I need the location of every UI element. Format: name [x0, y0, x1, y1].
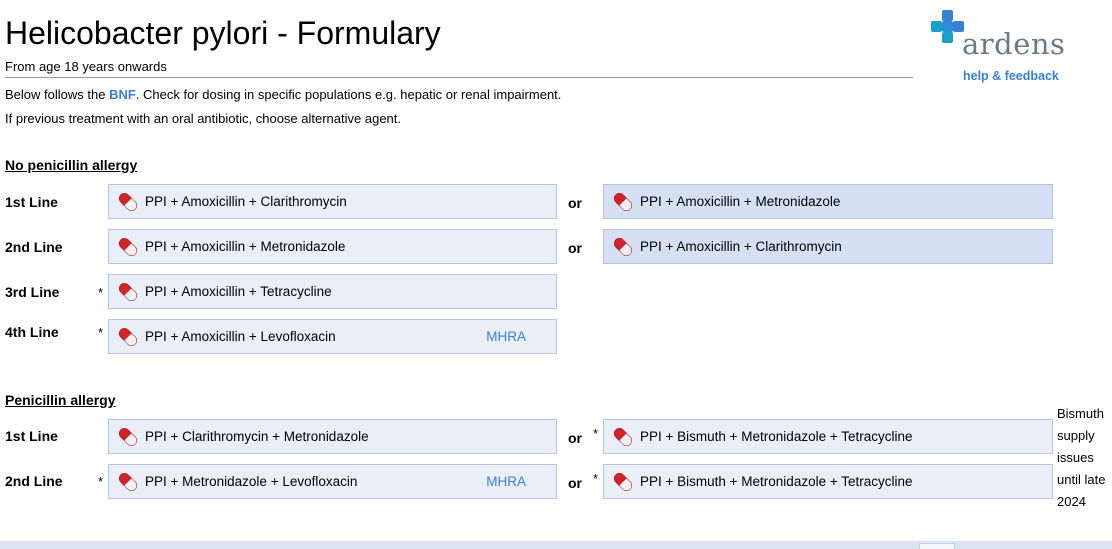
- drug-option-first-line[interactable]: PPI + Amoxicillin + Tetracycline: [108, 274, 557, 309]
- or-separator: or: [568, 475, 582, 491]
- caution-asterisk: *: [98, 474, 104, 489]
- drug-option-first-line[interactable]: PPI + Amoxicillin + Clarithromycin: [108, 184, 557, 219]
- description-text: . Check for dosing in specific populatio…: [135, 87, 562, 102]
- line-label: 1st Line: [5, 194, 58, 210]
- note-line: issues: [1057, 450, 1094, 465]
- page-subtitle: From age 18 years onwards: [5, 59, 167, 74]
- or-separator: or: [568, 195, 582, 211]
- line-label: 4th Line: [5, 324, 59, 340]
- note-line: Bismuth: [1057, 406, 1104, 421]
- drug-option-alternative[interactable]: PPI + Bismuth + Metronidazole + Tetracyc…: [603, 419, 1053, 454]
- note-line: until late: [1057, 472, 1106, 487]
- caution-asterisk: *: [593, 426, 599, 441]
- title-divider: [5, 77, 913, 78]
- description-line-2: If previous treatment with an oral antib…: [5, 111, 401, 126]
- drug-option-label: PPI + Amoxicillin + Metronidazole: [145, 238, 346, 254]
- pill-capsule-icon: [117, 281, 139, 302]
- note-line: supply: [1057, 428, 1095, 443]
- description-text: Below follows the: [5, 87, 110, 102]
- pill-capsule-icon: [117, 326, 139, 347]
- drug-option-label: PPI + Amoxicillin + Clarithromycin: [145, 193, 347, 209]
- pill-capsule-icon: [612, 236, 634, 257]
- pill-capsule-icon: [117, 236, 139, 257]
- section-heading-no-penicillin: No penicillin allergy: [5, 157, 138, 173]
- pill-capsule-icon: [117, 426, 139, 447]
- caution-asterisk: *: [98, 325, 104, 340]
- pill-capsule-icon: [612, 191, 634, 212]
- drug-option-first-line[interactable]: PPI + Clarithromycin + Metronidazole: [108, 419, 557, 454]
- line-label: 3rd Line: [5, 284, 60, 300]
- line-label: 2nd Line: [5, 473, 63, 489]
- logo-cross-icon: [931, 10, 964, 43]
- drug-option-label: PPI + Clarithromycin + Metronidazole: [145, 428, 369, 444]
- bismuth-supply-note: Bismuth supply issues until late 2024: [1057, 403, 1112, 513]
- mhra-link[interactable]: MHRA: [486, 329, 526, 344]
- or-separator: or: [568, 430, 582, 446]
- drug-option-first-line[interactable]: PPI + Metronidazole + Levofloxacin MHRA: [108, 464, 557, 499]
- section-heading-penicillin: Penicillin allergy: [5, 392, 116, 408]
- drug-option-label: PPI + Bismuth + Metronidazole + Tetracyc…: [640, 473, 913, 489]
- or-separator: or: [568, 240, 582, 256]
- pill-capsule-icon: [117, 471, 139, 492]
- line-label: 2nd Line: [5, 239, 63, 255]
- caution-asterisk: *: [593, 471, 599, 486]
- mhra-link[interactable]: MHRA: [486, 474, 526, 489]
- pill-capsule-icon: [612, 426, 634, 447]
- page-title: Helicobacter pylori - Formulary: [5, 15, 441, 51]
- drug-option-first-line[interactable]: PPI + Amoxicillin + Levofloxacin MHRA: [108, 319, 557, 354]
- drug-option-label: PPI + Amoxicillin + Levofloxacin: [145, 328, 336, 344]
- drug-option-label: PPI + Amoxicillin + Tetracycline: [145, 283, 332, 299]
- caution-asterisk: *: [98, 285, 104, 300]
- logo-wordmark: ardens: [962, 27, 1066, 61]
- line-label: 1st Line: [5, 428, 58, 444]
- drug-option-label: PPI + Amoxicillin + Metronidazole: [640, 193, 841, 209]
- drug-option-alternative[interactable]: PPI + Amoxicillin + Metronidazole: [603, 184, 1053, 219]
- drug-option-alternative[interactable]: PPI + Amoxicillin + Clarithromycin: [603, 229, 1053, 264]
- bnf-link[interactable]: BNF: [109, 87, 136, 102]
- help-feedback-link[interactable]: help & feedback: [963, 69, 1059, 83]
- drug-option-alternative[interactable]: PPI + Bismuth + Metronidazole + Tetracyc…: [603, 464, 1053, 499]
- drug-option-first-line[interactable]: PPI + Amoxicillin + Metronidazole: [108, 229, 557, 264]
- drug-option-label: PPI + Amoxicillin + Clarithromycin: [640, 238, 842, 254]
- note-line: 2024: [1057, 494, 1086, 509]
- description-line-1: Below follows the BNF. Check for dosing …: [5, 87, 561, 103]
- drug-option-label: PPI + Metronidazole + Levofloxacin: [145, 473, 358, 489]
- pill-capsule-icon: [117, 191, 139, 212]
- pill-capsule-icon: [612, 471, 634, 492]
- footer-button[interactable]: [919, 543, 955, 549]
- drug-option-label: PPI + Bismuth + Metronidazole + Tetracyc…: [640, 428, 913, 444]
